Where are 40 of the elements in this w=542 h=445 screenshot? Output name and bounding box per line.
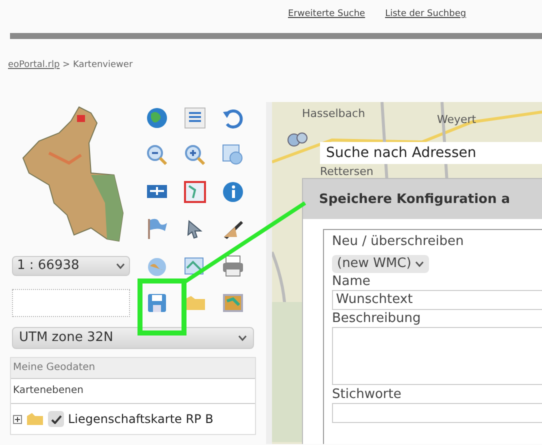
layer-checkbox[interactable]	[48, 411, 64, 427]
zoom-in-icon[interactable]	[183, 142, 207, 166]
flag-icon[interactable]	[145, 216, 169, 240]
field-label: Beschreibung	[332, 311, 422, 327]
caret-icon	[116, 262, 125, 268]
dialog-title: Speichere Konfiguration a	[303, 179, 542, 219]
caret-icon	[415, 260, 424, 267]
place-label: Weyert	[437, 112, 476, 128]
text-field[interactable]: Wunschtext	[332, 290, 542, 310]
map-frame-icon[interactable]	[183, 180, 207, 204]
field-label: Name	[332, 274, 372, 290]
projection-select[interactable]: UTM zone 32N	[12, 327, 254, 349]
folder-icon	[26, 412, 44, 426]
zoom-out-icon[interactable]	[145, 142, 169, 166]
text-field[interactable]	[332, 403, 542, 423]
caret-icon	[238, 335, 247, 341]
panel-title: Meine Geodaten	[12, 361, 96, 375]
header-link[interactable]: Liste der Suchbeg	[385, 8, 466, 33]
wmc-select[interactable]: (new WMC)	[332, 254, 430, 273]
breadcrumb-link[interactable]: eoPortal.rlp	[8, 60, 60, 70]
check-icon	[50, 414, 62, 424]
panel-tab[interactable]: Kartenebenen	[11, 378, 255, 404]
place-label: Hasselbach	[302, 106, 366, 122]
breadcrumb-separator: >	[62, 60, 72, 70]
layer-label: Liegenschaftskarte RP B	[68, 411, 214, 428]
printer-icon[interactable]	[221, 254, 245, 278]
field-label: Neu / überschreiben	[332, 234, 465, 250]
header-link[interactable]: Erweiterte Suche	[288, 8, 366, 33]
coordinate-field[interactable]	[12, 288, 130, 316]
globe-icon[interactable]	[145, 106, 169, 130]
breadcrumb-current: Kartenviewer	[72, 60, 133, 70]
field-label: Stichworte	[332, 387, 402, 403]
place-label: Rettersen	[320, 164, 374, 180]
expand-icon[interactable]	[13, 414, 22, 424]
address-search-field[interactable]: Suche nach Adressen	[320, 142, 542, 164]
scale-select[interactable]: 1 : 66938	[12, 256, 130, 276]
info-icon[interactable]	[221, 180, 245, 204]
list-icon[interactable]	[183, 106, 207, 130]
zoom-extent-icon[interactable]	[221, 142, 245, 166]
highlight-box	[138, 278, 186, 336]
